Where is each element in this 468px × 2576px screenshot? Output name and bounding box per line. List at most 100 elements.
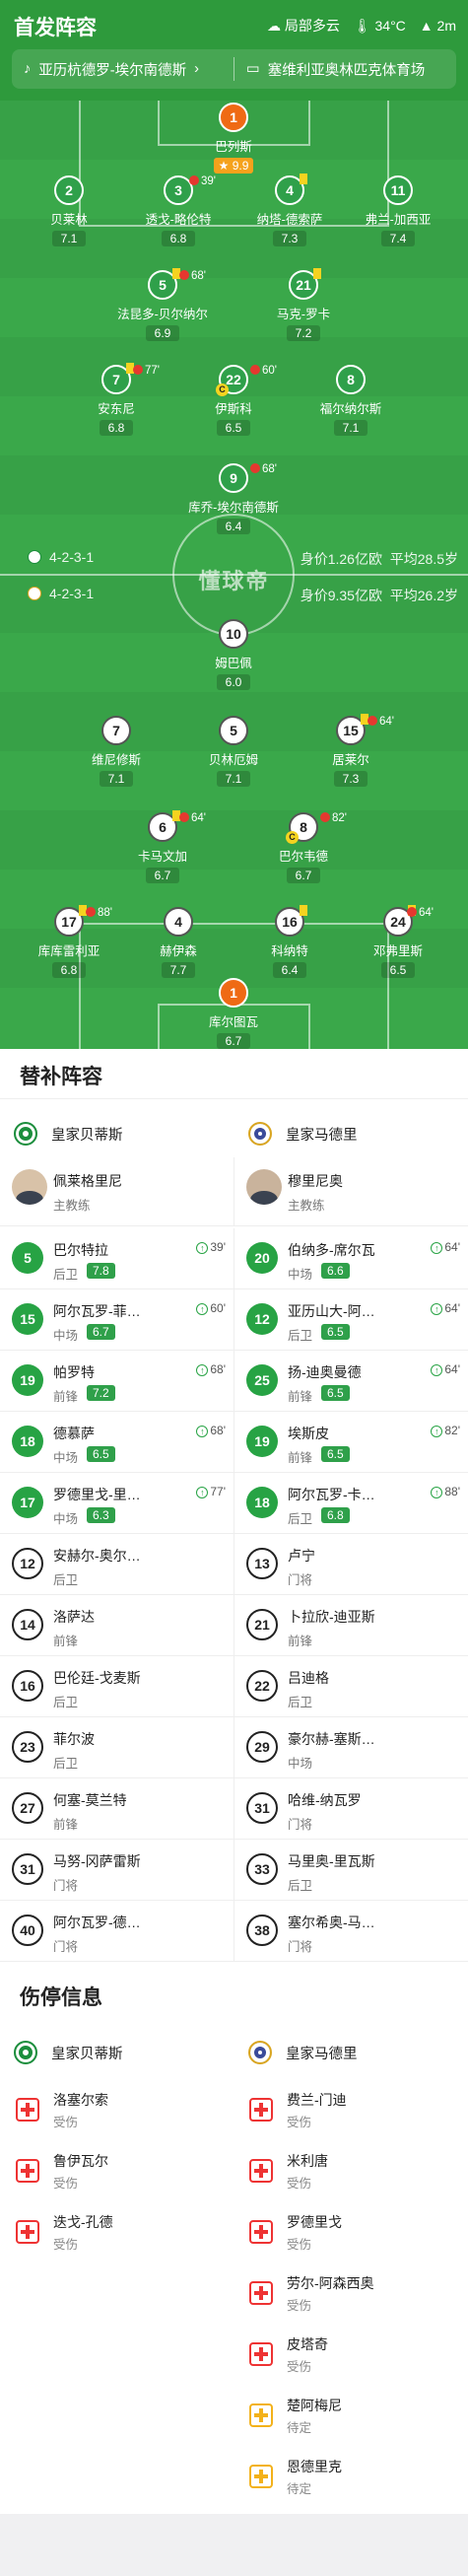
injury-row[interactable]: 迭戈-孔德 受伤 [0, 2200, 234, 2262]
injury-row[interactable]: 鲁伊瓦尔 受伤 [0, 2139, 234, 2200]
player-away-5[interactable]: 5 贝林厄姆 7.1 [179, 716, 288, 788]
player-away-15[interactable]: 15 64' 居莱尔 7.3 [297, 714, 405, 788]
sub-in-icon: ↑ [431, 1242, 443, 1254]
player-name: 菲尔波 [53, 1731, 95, 1747]
substitute-row[interactable]: 38 塞尔希奥-马… 门将 [234, 1901, 468, 1962]
player-away-4[interactable]: 4 赫伊森 7.7 [124, 907, 233, 979]
referee-link[interactable]: ♪ 亚历杭德罗-埃尔南德斯 › [12, 59, 234, 80]
player-rating: 7.2 [87, 1385, 115, 1401]
sub-out-icon [250, 365, 260, 375]
player-home-gk[interactable]: 1 巴列斯 ★ 9.9 [179, 103, 288, 174]
sub-in-marker: ↑ 64' [431, 1362, 460, 1376]
jersey-number-text: 15 [343, 723, 359, 738]
substitute-row[interactable]: 29 豪尔赫-塞斯… 中场 [234, 1717, 468, 1778]
substitute-row[interactable]: 31 哈维-纳瓦罗 门将 [234, 1778, 468, 1840]
player-home-11[interactable]: 11 弗兰-加西亚 7.4 [344, 175, 452, 247]
home-coach[interactable]: 佩莱格里尼 主教练 [0, 1157, 234, 1226]
substitute-row[interactable]: 17 罗德里戈-里… 中场 6.3 ↑ 77' [0, 1473, 234, 1534]
substitute-row[interactable]: 16 巴伦廷-戈麦斯 后卫 [0, 1656, 234, 1717]
player-rating: 7.1 [217, 771, 250, 787]
substitute-row[interactable]: 40 阿尔瓦罗-德… 门将 [0, 1901, 234, 1962]
player-home-22[interactable]: 22 C 60' 伊斯科 6.5 [179, 365, 288, 437]
sub-in-marker: ↑ 68' [196, 1362, 226, 1376]
injury-row[interactable]: 恩德里克 待定 [234, 2445, 467, 2506]
medical-cross-icon [249, 2281, 273, 2305]
player-home-21[interactable]: 21 马克-罗卡 7.2 [249, 268, 358, 342]
substitute-row[interactable]: 18 德慕萨 中场 6.5 ↑ 68' [0, 1412, 234, 1473]
jersey-number-text: 22 [226, 372, 241, 387]
substitute-row[interactable]: 33 马里奥-里瓦斯 后卫 [234, 1840, 468, 1901]
jersey-number: 13 [246, 1548, 278, 1579]
player-away-8[interactable]: 8C 82' 巴尔韦德 6.7 [249, 812, 358, 884]
player-away-6[interactable]: 6 64' 卡马文加 6.7 [108, 810, 217, 884]
substitute-row[interactable]: 21 卜拉欣-迪亚斯 前锋 [234, 1595, 468, 1656]
injury-status: 受伤 [53, 2177, 79, 2191]
player-name: 伯纳多-席尔瓦 [288, 1242, 375, 1258]
player-position: 门将 [288, 1818, 313, 1832]
madrid-crest-icon [248, 2041, 272, 2064]
substitute-row[interactable]: 22 吕迪格 后卫 [234, 1656, 468, 1717]
substitute-row[interactable]: 5 巴尔特拉 后卫 7.8 ↑ 39' [0, 1228, 234, 1289]
player-name: 皮塔奇 [287, 2336, 328, 2352]
substitute-row[interactable]: 23 菲尔波 后卫 [0, 1717, 234, 1778]
player-home-4[interactable]: 4 纳塔-德索萨 7.3 [235, 174, 344, 247]
injury-row[interactable]: 罗德里戈 受伤 [234, 2200, 467, 2262]
substitute-row[interactable]: 12 安赫尔-奥尔… 后卫 [0, 1534, 234, 1595]
substitute-row[interactable]: 31 马努-冈萨雷斯 门将 [0, 1840, 234, 1901]
substitute-row[interactable]: 25 扬-迪奥曼德 前锋 6.5 ↑ 64' [234, 1351, 468, 1412]
player-rating: 6.4 [273, 962, 306, 978]
substitute-row[interactable]: 19 帕罗特 前锋 7.2 ↑ 68' [0, 1351, 234, 1412]
injury-status: 待定 [287, 2421, 312, 2435]
jersey-number: 5 [219, 716, 248, 745]
substitute-row[interactable]: 18 阿尔瓦罗-卡… 后卫 6.8 ↑ 88' [234, 1473, 468, 1534]
player-rating: 6.6 [321, 1263, 350, 1279]
away-value: 身价9.35亿欧 [300, 588, 382, 603]
player-home-5[interactable]: 5 68' 法昆多-贝尔纳尔 6.9 [108, 268, 217, 342]
injury-status: 受伤 [287, 2299, 312, 2313]
injury-row[interactable]: 米利唐 受伤 [234, 2139, 467, 2200]
jersey-number: 7 [101, 716, 131, 745]
jersey-number: 12 [12, 1548, 43, 1579]
player-home-7[interactable]: 7 77' 安东尼 6.8 [62, 363, 170, 437]
sub-minute: 77' [145, 365, 160, 377]
medical-cross-icon [249, 2465, 273, 2488]
player-away-7[interactable]: 7 维尼修斯 7.1 [62, 716, 170, 788]
player-name: 马克-罗卡 [276, 308, 331, 321]
player-away-24[interactable]: 24 64' 邓弗里斯 6.5 [344, 905, 452, 979]
substitute-row[interactable]: 27 何塞-莫兰特 前锋 [0, 1778, 234, 1840]
substitute-row[interactable]: 14 洛萨达 前锋 [0, 1595, 234, 1656]
medical-cross-icon [16, 2098, 39, 2122]
player-home-3[interactable]: 3 39' 透戈-略伦特 6.8 [124, 175, 233, 247]
jersey-number: 1 [219, 978, 248, 1008]
injury-row[interactable]: 费兰-门迪 受伤 [234, 2078, 467, 2139]
jersey-number-text: 17 [61, 914, 77, 930]
player-away-gk[interactable]: 1 库尔图瓦 6.7 [179, 978, 288, 1049]
substitute-row[interactable]: 15 阿尔瓦罗-菲… 中场 6.7 ↑ 60' [0, 1289, 234, 1351]
player-name: 豪尔赫-塞斯… [288, 1731, 375, 1747]
sub-minute: 64' [191, 812, 206, 824]
sub-out-marker: 64' [179, 812, 206, 824]
player-home-9[interactable]: 9 68' 库乔-埃尔南德斯 6.4 [179, 463, 288, 535]
sub-minute: 64' [444, 1362, 460, 1376]
player-position: 中场 [288, 1757, 313, 1771]
injury-row[interactable]: 劳尔-阿森西奥 受伤 [234, 2262, 467, 2323]
substitute-row[interactable]: 13 卢宁 门将 [234, 1534, 468, 1595]
player-away-17[interactable]: 17 88' 库库雷利亚 6.8 [15, 905, 123, 979]
jersey-number: 40 [12, 1915, 43, 1946]
player-home-8[interactable]: 8 福尔纳尔斯 7.1 [297, 365, 405, 437]
sub-in-icon: ↑ [431, 1303, 443, 1315]
away-team-name: 皇家马德里 [286, 2046, 358, 2062]
player-away-16[interactable]: 16 科纳特 6.4 [235, 905, 344, 979]
substitute-row[interactable]: 12 亚历山大-阿… 后卫 6.5 ↑ 64' [234, 1289, 468, 1351]
sub-in-marker: ↑ 68' [196, 1424, 226, 1437]
player-name: 阿尔瓦罗-卡… [288, 1487, 375, 1502]
player-away-10[interactable]: 10 姆巴佩 6.0 [179, 619, 288, 691]
injury-row[interactable]: 皮塔奇 受伤 [234, 2323, 467, 2384]
away-coach[interactable]: 穆里尼奥 主教练 [234, 1157, 468, 1226]
injury-row[interactable]: 楚阿梅尼 待定 [234, 2384, 467, 2445]
substitute-row[interactable]: 20 伯纳多-席尔瓦 中场 6.6 ↑ 64' [234, 1228, 468, 1289]
player-rating: 7.3 [273, 231, 306, 246]
injury-row[interactable]: 洛塞尔索 受伤 [0, 2078, 234, 2139]
substitute-row[interactable]: 19 埃斯皮 前锋 6.5 ↑ 82' [234, 1412, 468, 1473]
player-home-2[interactable]: 2 贝莱林 7.1 [15, 175, 123, 247]
